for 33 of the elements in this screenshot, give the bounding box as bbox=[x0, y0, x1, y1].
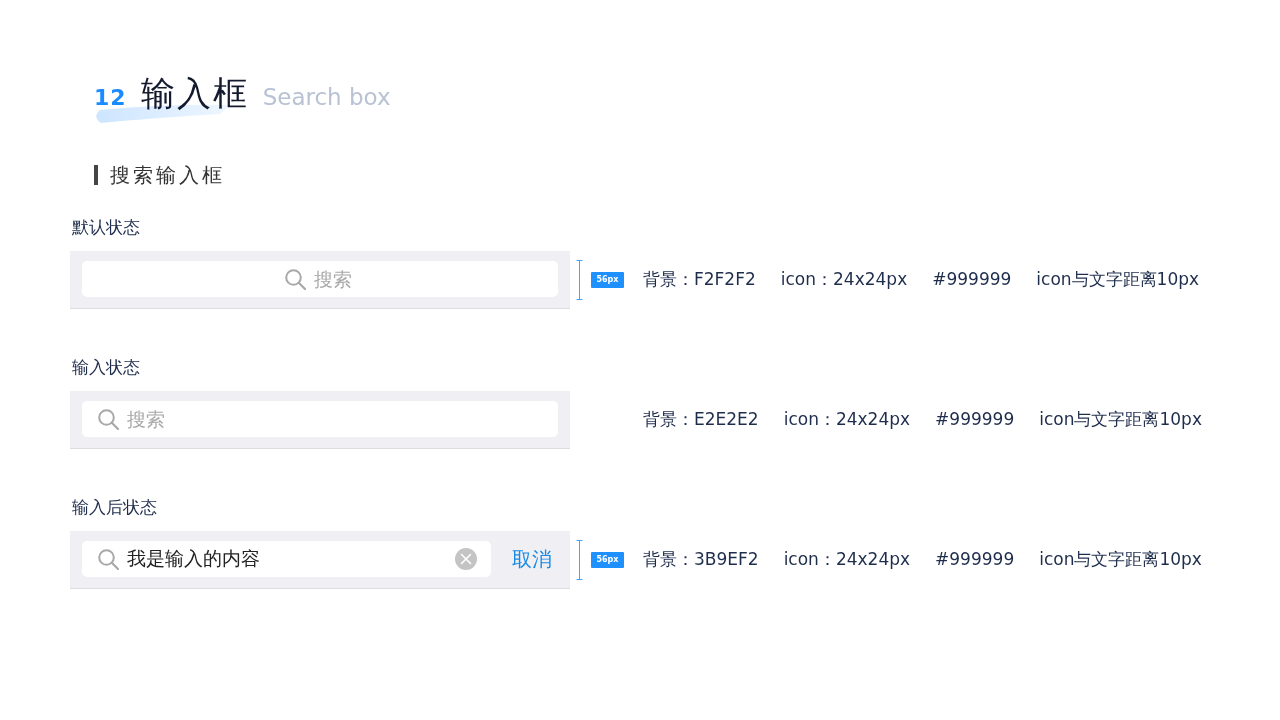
spec-text: icon：24x24px bbox=[783, 408, 911, 431]
spec-text: 背景：3B9EF2 bbox=[643, 548, 759, 571]
page-subtitle: Search box bbox=[262, 84, 391, 110]
height-tag: 56px bbox=[591, 271, 624, 288]
state-label: 输入状态 bbox=[71, 355, 140, 379]
section-number: 12 bbox=[94, 85, 127, 110]
state-label: 输入后状态 bbox=[71, 495, 157, 519]
height-dimension-icon bbox=[576, 539, 583, 580]
search-field[interactable]: 搜索 bbox=[82, 261, 558, 297]
search-field[interactable]: 我是输入的内容 bbox=[82, 541, 491, 577]
search-field[interactable]: 搜索 bbox=[82, 401, 558, 437]
spec-text: 背景：E2E2E2 bbox=[643, 408, 759, 431]
search-icon bbox=[98, 408, 119, 430]
state-label: 默认状态 bbox=[71, 215, 140, 239]
search-input[interactable]: 搜索 bbox=[127, 408, 171, 430]
height-tag: 56px bbox=[591, 551, 624, 568]
spec-text: icon：24x24px bbox=[783, 548, 911, 571]
search-input[interactable]: 我是输入的内容 bbox=[127, 548, 447, 570]
search-input[interactable]: 搜索 bbox=[313, 268, 358, 290]
spec-text: 背景：F2F2F2 bbox=[643, 268, 756, 291]
page-title: 输入框 bbox=[140, 72, 249, 115]
spec-text: icon：24x24px bbox=[780, 268, 908, 291]
spec-text: icon与文字距离10px bbox=[1036, 268, 1200, 291]
spec-text: icon与文字距离10px bbox=[1039, 408, 1202, 431]
spec-text: #999999 bbox=[932, 269, 1012, 289]
search-icon bbox=[98, 548, 119, 570]
spec-text: #999999 bbox=[935, 409, 1015, 429]
search-icon bbox=[284, 268, 306, 290]
clear-button[interactable] bbox=[455, 548, 477, 570]
height-dimension-icon bbox=[576, 259, 583, 300]
spec-text: icon与文字距离10px bbox=[1039, 548, 1202, 571]
spec-text: #999999 bbox=[935, 549, 1015, 569]
section-title: 搜索输入框 bbox=[110, 161, 225, 189]
